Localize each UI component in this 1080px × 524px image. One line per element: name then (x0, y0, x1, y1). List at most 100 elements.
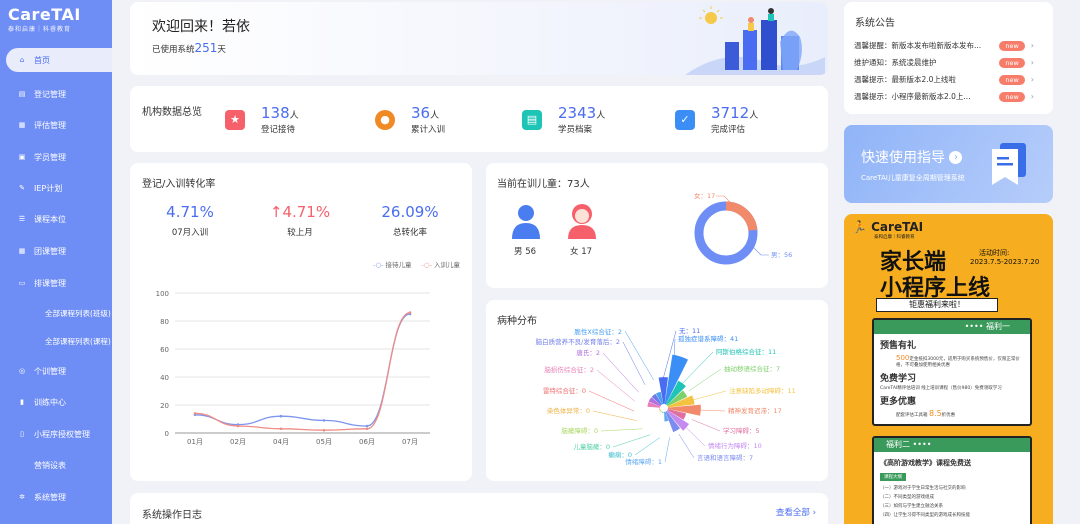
rose-leader (688, 368, 722, 392)
chevron-right-icon: › (1030, 92, 1034, 101)
rose-label: 抽动秽语综合征：7 (724, 364, 780, 373)
nav2-item-2[interactable]: ▯ 小程序授权管理 (0, 422, 112, 446)
female-count: 女 17 (570, 247, 593, 257)
notice-text: 温馨提示：小程序最新版本2.0上... (854, 92, 971, 101)
x-tick: 02月 (230, 438, 246, 446)
disease-card: 病种分布 无：11 孤独症谱系障碍：41 阿斯伯格综合征：11 抽动秽语综合征：7 注意… (486, 300, 828, 481)
nav-item-6[interactable]: ▦ 团课管理 (0, 239, 112, 263)
donut-label-female: 女：17 (694, 193, 715, 200)
nav2-label: 小程序授权管理 (34, 429, 90, 439)
data-point[interactable] (236, 424, 240, 428)
rose-leader (624, 330, 654, 380)
conversion-title: 登记/入训转化率 (142, 179, 216, 190)
nav-label: 首页 (34, 55, 50, 65)
nav-label: IEP计划 (34, 183, 63, 193)
nav-item-2[interactable]: ▦ 评估管理 (0, 113, 112, 137)
welfare1-box: •••• 福利一 预售有礼 500定金抵扣3000元，适用于购买系统预售价，仅限… (872, 318, 1032, 426)
w1-desc1-text: 定金抵扣3000元，适用于购买系统预售价，仅限正常价格，不可叠加使用相关优惠 (896, 357, 1020, 368)
logo-title: CareTAI (8, 5, 81, 24)
home-icon: ⌂ (19, 56, 25, 64)
nav2-label: 个训管理 (34, 366, 66, 376)
nav2-label: 系统管理 (34, 492, 66, 502)
quick-guide-card[interactable]: 快速使用指导 › CareTAI儿童康复全周期管理系统 (844, 125, 1053, 203)
chart-icon: ▮ (20, 398, 24, 406)
welfare2-box: 福利二 •••• 《高阶游戏教学》课程免费送 课程大纲 （一）游戏对于学生日常生… (872, 436, 1032, 524)
nav-label: 评估管理 (34, 120, 66, 130)
nav-sub-class-list[interactable]: 全部课程列表(班级) (45, 308, 112, 319)
male-avatar-icon (512, 205, 540, 239)
promo-brand-sub: 泰和启康｜科睿教育 (874, 235, 915, 240)
rose-label: 儿童脑瘫：0 (573, 442, 610, 451)
rose-label: 染色体异常：0 (547, 406, 590, 415)
rose-center (660, 404, 668, 412)
data-point[interactable] (365, 424, 369, 428)
kpi-value: 26.09% (370, 203, 450, 221)
data-point[interactable] (279, 427, 283, 431)
x-tick: 04月 (273, 438, 289, 446)
y-tick: 80 (160, 318, 169, 326)
guide-title: 快速使用指导 › (861, 147, 963, 167)
w1-title3: 更多优惠 (880, 397, 917, 407)
nav2-item-4[interactable]: ✲ 系统管理 (0, 485, 112, 509)
data-point[interactable] (322, 428, 326, 432)
y-tick: 100 (156, 290, 169, 298)
w2-item: （四）让学生习得不同类型的游戏成长和技能 (880, 513, 970, 518)
rose-label: 脑白质营养不良/发育落后：2 (536, 337, 620, 346)
stat-unit: 人 (749, 111, 759, 121)
legend-item[interactable]: -○- 接待儿童 (373, 259, 411, 269)
data-point[interactable] (193, 412, 197, 415)
notice-item[interactable]: 温馨提示：最新版本2.0上线啦 new › (854, 74, 1034, 85)
nav-item-3[interactable]: ▣ 学员管理 (0, 145, 112, 169)
nav-item-1[interactable]: ▤ 登记管理 (0, 82, 112, 106)
rose-label: 精神发育迟滞：17 (728, 406, 782, 415)
w2-item: （一）游戏对于学生日常生活与社交的影响 (880, 486, 966, 491)
logo-subtitle: 泰和启康｜科睿教育 (8, 26, 72, 33)
w1-title2: 免费学习 (880, 374, 917, 384)
new-badge: new (999, 57, 1025, 68)
y-tick: 0 (165, 430, 169, 438)
usage-suffix: 天 (217, 45, 226, 55)
nav-label: 课程本位 (34, 214, 66, 224)
promo-brand: 🏃 CareTAI (852, 220, 924, 234)
logs-title: 系统操作日志 (142, 510, 202, 521)
rose-leader (692, 390, 727, 401)
rose-label: 注意缺陷多动障碍：11 (729, 386, 796, 395)
nav-item-7[interactable]: ▭ 排课管理 (0, 271, 112, 295)
data-point[interactable] (408, 311, 412, 314)
kpi-number: 4.71% (282, 203, 331, 221)
rose-label: 唐氏：2 (576, 348, 600, 357)
nav-item-5[interactable]: ☰ 课程本位 (0, 207, 112, 231)
nav-item-0[interactable]: ⌂ 首页 (6, 48, 112, 72)
kpi-value: 4.71% (150, 203, 230, 221)
stat-label: 登记接待 (261, 125, 296, 135)
data-point[interactable] (322, 419, 326, 422)
welcome-banner: 欢迎回来！若依 已使用系统251天 (130, 2, 828, 75)
series-line-0 (194, 313, 411, 427)
nav2-item-1[interactable]: ▮ 训练中心 (0, 390, 112, 414)
rose-leader (592, 410, 637, 421)
nav2-item-0[interactable]: ◎ 个训管理 (0, 359, 112, 383)
stat-label: 完成评估 (711, 125, 746, 135)
kpi-number: 4.71% (166, 203, 214, 221)
rose-label: 脑瘫障碍：0 (561, 426, 598, 435)
nav2-label: 营销设表 (34, 460, 66, 470)
welfare1-title-text: 福利一 (986, 322, 1010, 331)
notice-item[interactable]: 维护通知：系统凌晨维护 new › (854, 57, 1034, 68)
nav-sub-course-list[interactable]: 全部课程列表(课程) (45, 336, 112, 347)
data-point[interactable] (279, 414, 283, 418)
kpi-1: ↑4.71% 较上月 (260, 203, 340, 238)
notice-text: 维护通知：系统凌晨维护 (854, 58, 937, 67)
line-chart: 100 80 60 40 20 0 01月 02月 04月 05月 06月 07月 (156, 290, 430, 446)
nav-item-4[interactable]: ✎ IEP计划 (0, 176, 112, 200)
rose-label: 阿斯伯格综合征：11 (716, 347, 776, 356)
welfare2-title: 福利二 •••• (874, 438, 1030, 452)
view-all-link[interactable]: 查看全部 › (776, 506, 816, 518)
nav2-item-3[interactable]: 营销设表 (0, 453, 112, 477)
notice-item[interactable]: 温馨提醒：新版本发布啦新版本发布... new › (854, 40, 1034, 51)
promo-poster[interactable]: 🏃 CareTAI 泰和启康｜科睿教育 家长端 活动时间: 2023.7.5-2… (844, 214, 1053, 524)
training-title: 当前在训儿童：73人 (497, 179, 590, 190)
data-point[interactable] (365, 427, 369, 431)
notice-item[interactable]: 温馨提示：小程序最新版本2.0上... new › (854, 91, 1034, 102)
legend-item[interactable]: -○- 入训儿童 (422, 259, 460, 269)
nav-label: 排课管理 (34, 278, 66, 288)
